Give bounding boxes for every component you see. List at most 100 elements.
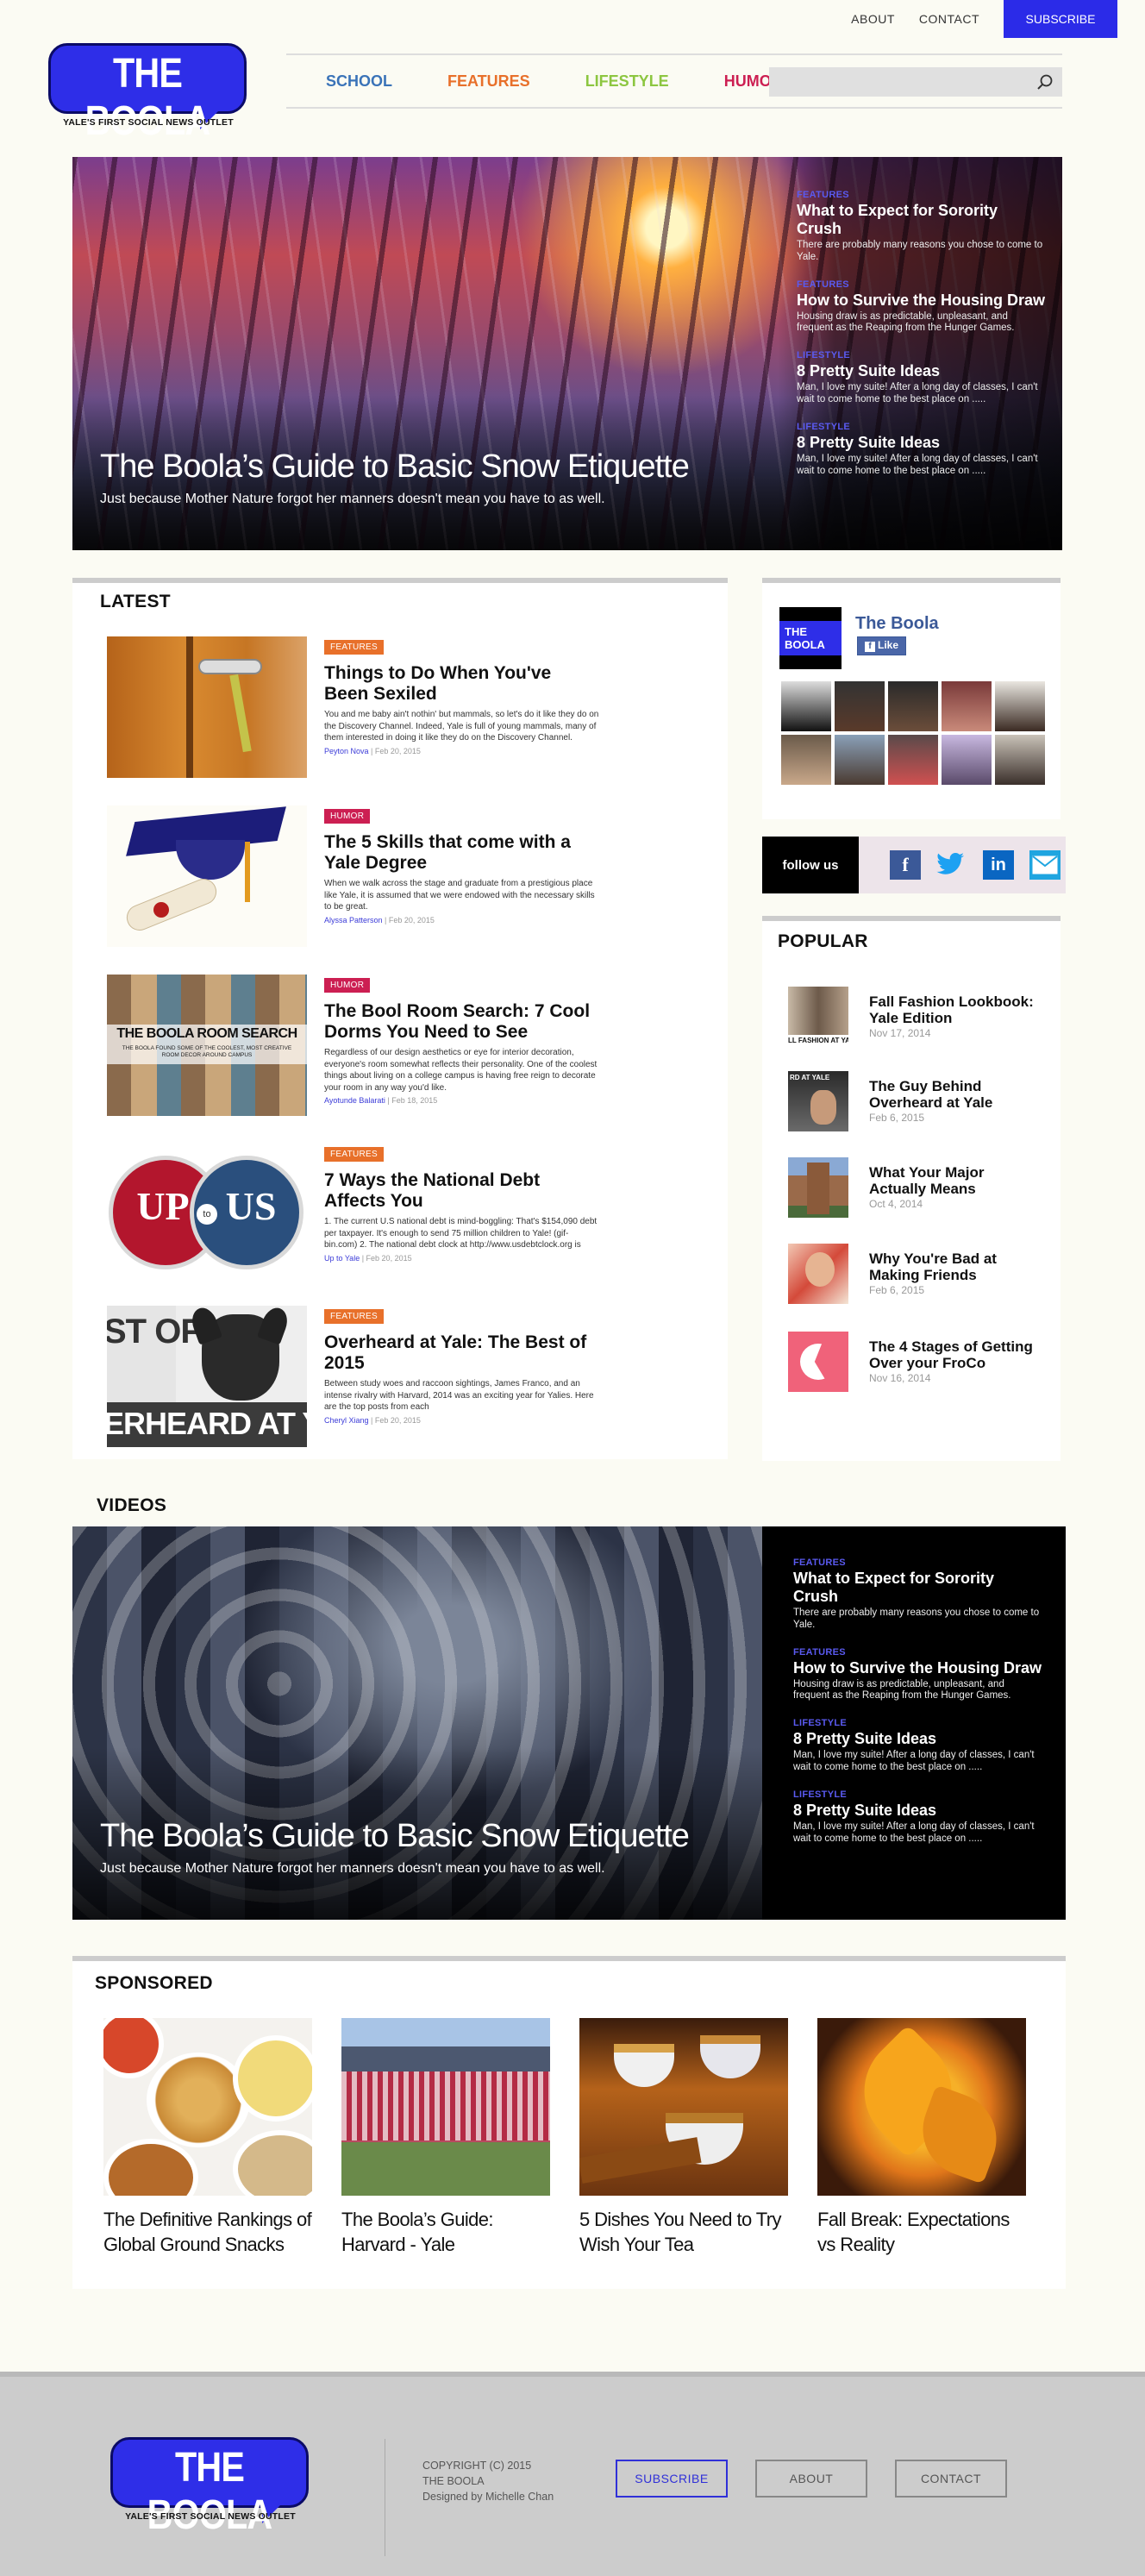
fan-avatar[interactable] (835, 681, 885, 731)
footer-subscribe-button[interactable]: SUBSCRIBE (616, 2460, 728, 2498)
fan-avatar[interactable] (888, 681, 938, 731)
search-icon[interactable] (1036, 73, 1054, 91)
article-card[interactable]: THE BOOLA ROOM SEARCH THE BOOLA FOUND SO… (107, 975, 659, 1121)
article-card[interactable]: ST OF ERHEARD AT YALE 2 FEATURES Overhea… (107, 1306, 659, 1452)
hero-banner[interactable]: The Boola’s Guide to Basic Snow Etiquett… (72, 157, 1062, 550)
article-thumbnail[interactable]: ST OF ERHEARD AT YALE 2 (107, 1306, 307, 1447)
hero-title[interactable]: The Boola’s Guide to Basic Snow Etiquett… (100, 448, 690, 486)
side-item-title[interactable]: What to Expect for Sorority Crush (797, 202, 1047, 238)
site-logo[interactable]: THE BOOLA YALE'S FIRST SOCIAL NEWS OUTLE… (48, 43, 248, 144)
article-thumbnail[interactable]: UP to US (107, 1144, 307, 1285)
side-item-title[interactable]: 8 Pretty Suite Ideas (797, 434, 1047, 452)
sponsored-image[interactable] (341, 2018, 550, 2196)
hero-side-item[interactable]: FEATURES What to Expect for Sorority Cru… (797, 190, 1047, 264)
sponsored-card-title[interactable]: Fall Break: Expectations vs Reality (817, 2208, 1028, 2257)
popular-item[interactable]: The 4 Stages of Getting Over your FroCo N… (788, 1332, 1047, 1397)
fan-avatar[interactable] (835, 735, 885, 785)
fan-avatar[interactable] (781, 735, 831, 785)
article-author[interactable]: Alyssa Patterson (324, 916, 383, 924)
article-author[interactable]: Up to Yale (324, 1254, 360, 1263)
fan-avatar[interactable] (942, 681, 992, 731)
popular-item-title[interactable]: The Guy Behind Overheard at Yale Feb 6, 2… (869, 1078, 1042, 1125)
article-title[interactable]: The 5 Skills that come with a Yale Degre… (324, 832, 600, 873)
side-item-title[interactable]: 8 Pretty Suite Ideas (793, 1802, 1043, 1820)
facebook-page-logo[interactable]: THE BOOLA (779, 607, 842, 669)
fan-avatar[interactable] (888, 735, 938, 785)
article-author[interactable]: Peyton Nova (324, 747, 369, 755)
article-title[interactable]: The Bool Room Search: 7 Cool Dorms You N… (324, 1001, 600, 1042)
popular-item-title[interactable]: Fall Fashion Lookbook: Yale Edition Nov 1… (869, 993, 1042, 1040)
article-author[interactable]: Ayotunde Balarati (324, 1096, 385, 1105)
popular-thumbnail[interactable] (788, 1244, 848, 1304)
linkedin-icon[interactable]: in (983, 850, 1014, 880)
sponsored-card[interactable]: 5 Dishes You Need to Try Wish Your Tea (579, 2018, 790, 2257)
popular-item[interactable]: LL FASHION AT YA Fall Fashion Lookbook: … (788, 987, 1047, 1052)
popular-thumbnail[interactable] (788, 1157, 848, 1218)
hero-side-item[interactable]: LIFESTYLE 8 Pretty Suite Ideas Man, I lo… (797, 422, 1047, 478)
facebook-page-name[interactable]: The Boola (855, 614, 939, 634)
popular-item-title[interactable]: What Your Major Actually Means Oct 4, 201… (869, 1164, 1042, 1211)
sponsored-card-title[interactable]: 5 Dishes You Need to Try Wish Your Tea (579, 2208, 790, 2257)
sponsored-card[interactable]: The Definitive Rankings of Global Ground… (103, 2018, 314, 2257)
popular-item-title[interactable]: The 4 Stages of Getting Over your FroCo N… (869, 1338, 1042, 1385)
footer-logo[interactable]: THE BOOLA YALE'S FIRST SOCIAL NEWS OUTLE… (110, 2437, 310, 2538)
popular-thumbnail[interactable] (788, 1332, 848, 1392)
article-card[interactable]: UP to US FEATURES 7 Ways the National De… (107, 1144, 659, 1290)
side-item-title[interactable]: 8 Pretty Suite Ideas (797, 362, 1047, 380)
side-item-title[interactable]: What to Expect for Sorority Crush (793, 1570, 1043, 1606)
contact-link[interactable]: CONTACT (919, 12, 979, 26)
popular-item-title[interactable]: Why You're Bad at Making Friends Feb 6, 2… (869, 1250, 1042, 1297)
sponsored-image[interactable] (579, 2018, 788, 2196)
article-title[interactable]: Things to Do When You've Been Sexiled (324, 663, 600, 704)
subscribe-button[interactable]: SUBSCRIBE (1004, 0, 1117, 38)
video-side-item[interactable]: FEATURES What to Expect for Sorority Cru… (793, 1558, 1043, 1632)
hero-side-item[interactable]: LIFESTYLE 8 Pretty Suite Ideas Man, I lo… (797, 350, 1047, 406)
video-feature[interactable]: The Boola’s Guide to Basic Snow Etiquett… (72, 1526, 1066, 1920)
popular-item[interactable]: RD AT YALE The Guy Behind Overheard at Y… (788, 1071, 1047, 1137)
popular-thumbnail[interactable]: RD AT YALE (788, 1071, 848, 1131)
search-input[interactable] (769, 67, 1062, 97)
video-title[interactable]: The Boola’s Guide to Basic Snow Etiquett… (100, 1818, 690, 1855)
fan-avatar[interactable] (995, 681, 1045, 731)
sponsored-card-title[interactable]: The Boola’s Guide: Harvard - Yale (341, 2208, 552, 2257)
popular-item[interactable]: Why You're Bad at Making Friends Feb 6, 2… (788, 1244, 1047, 1309)
footer-contact-button[interactable]: CONTACT (895, 2460, 1007, 2498)
fan-avatar[interactable] (995, 735, 1045, 785)
nav-lifestyle[interactable]: LIFESTYLE (585, 72, 669, 91)
sponsored-card[interactable]: Fall Break: Expectations vs Reality (817, 2018, 1028, 2257)
footer-about-button[interactable]: ABOUT (755, 2460, 867, 2498)
popular-item[interactable]: What Your Major Actually Means Oct 4, 201… (788, 1157, 1047, 1223)
hero-side-item[interactable]: FEATURES How to Survive the Housing Draw… (797, 279, 1047, 335)
popular-thumbnail[interactable]: LL FASHION AT YA (788, 987, 848, 1047)
category-badge[interactable]: FEATURES (324, 640, 384, 655)
side-item-title[interactable]: How to Survive the Housing Draw (797, 291, 1047, 310)
nav-school[interactable]: SCHOOL (326, 72, 392, 91)
twitter-icon[interactable] (935, 850, 966, 880)
video-side-item[interactable]: LIFESTYLE 8 Pretty Suite Ideas Man, I lo… (793, 1718, 1043, 1774)
video-side-item[interactable]: FEATURES How to Survive the Housing Draw… (793, 1647, 1043, 1703)
side-item-title[interactable]: 8 Pretty Suite Ideas (793, 1730, 1043, 1748)
category-badge[interactable]: FEATURES (324, 1309, 384, 1324)
category-badge[interactable]: HUMOR (324, 809, 371, 824)
sponsored-image[interactable] (817, 2018, 1026, 2196)
video-side-item[interactable]: LIFESTYLE 8 Pretty Suite Ideas Man, I lo… (793, 1789, 1043, 1846)
facebook-like-button[interactable]: f Like (857, 636, 907, 655)
article-thumbnail[interactable]: THE BOOLA ROOM SEARCH THE BOOLA FOUND SO… (107, 975, 307, 1116)
article-thumbnail[interactable] (107, 805, 307, 947)
about-link[interactable]: ABOUT (851, 12, 895, 26)
sponsored-card-title[interactable]: The Definitive Rankings of Global Ground… (103, 2208, 314, 2257)
category-badge[interactable]: HUMOR (324, 978, 371, 993)
facebook-icon[interactable]: f (890, 850, 921, 880)
category-badge[interactable]: FEATURES (324, 1147, 384, 1162)
fan-avatar[interactable] (781, 681, 831, 731)
sponsored-card[interactable]: The Boola’s Guide: Harvard - Yale (341, 2018, 552, 2257)
email-icon[interactable] (1029, 850, 1061, 880)
article-author[interactable]: Cheryl Xiang (324, 1416, 369, 1425)
side-item-title[interactable]: How to Survive the Housing Draw (793, 1659, 1043, 1677)
sponsored-image[interactable] (103, 2018, 312, 2196)
article-card[interactable]: HUMOR The 5 Skills that come with a Yale… (107, 805, 659, 952)
article-card[interactable]: FEATURES Things to Do When You've Been S… (107, 636, 659, 783)
article-title[interactable]: Overheard at Yale: The Best of 2015 (324, 1332, 600, 1373)
article-title[interactable]: 7 Ways the National Debt Affects You (324, 1170, 600, 1211)
article-thumbnail[interactable] (107, 636, 307, 778)
